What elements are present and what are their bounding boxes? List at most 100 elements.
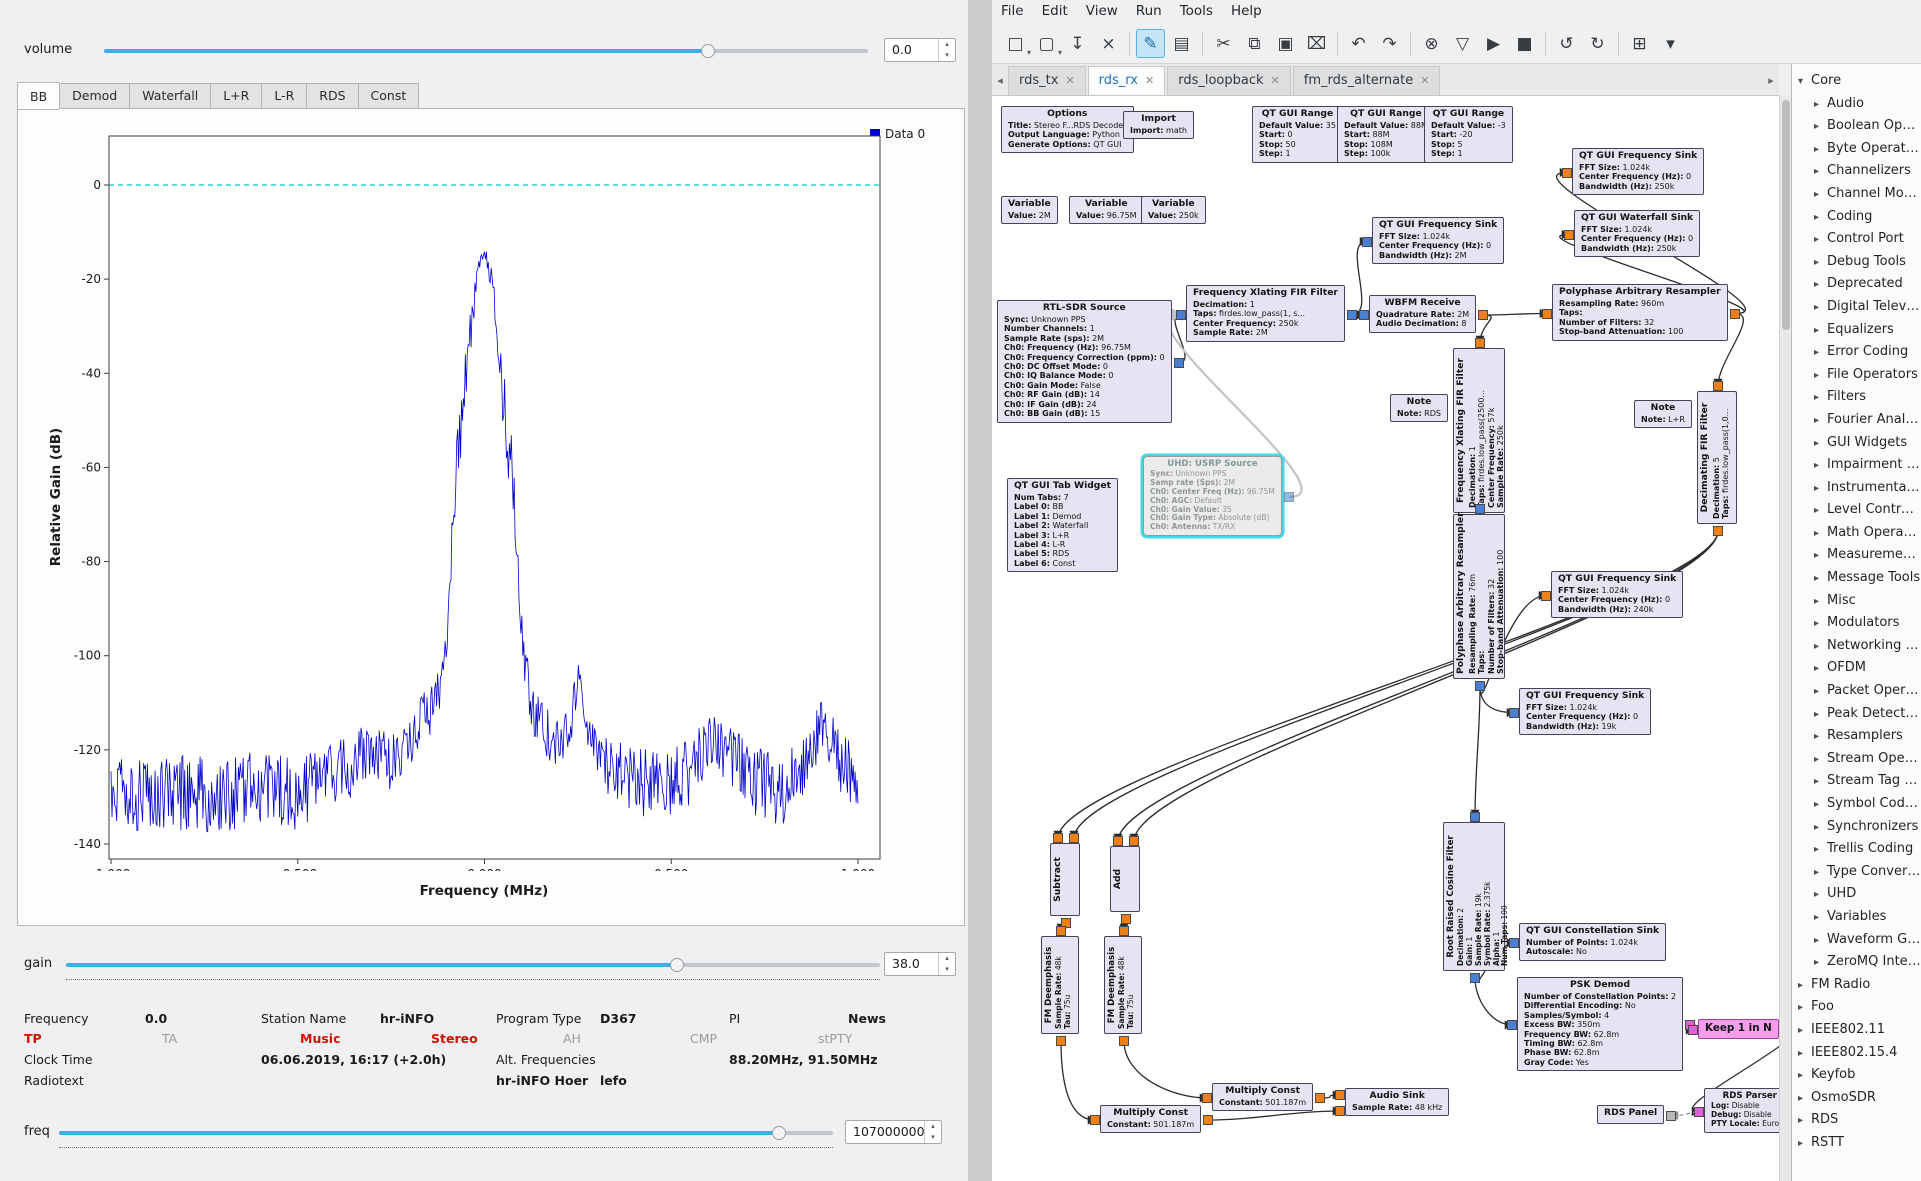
flowgraph-tab-fm_rds_alternate[interactable]: fm_rds_alternate✕ [1293,66,1441,95]
reload-alt-button[interactable]: ↻ [1583,29,1612,58]
tree-item-peak-detectors[interactable]: ▸Peak Detectors [1798,703,1921,726]
chevron-right-icon[interactable]: ▸ [1814,952,1827,974]
output-port[interactable] [1174,358,1184,368]
chevron-right-icon[interactable]: ▸ [1814,433,1827,455]
canvas-scrollbar-thumb[interactable] [1782,100,1790,330]
chevron-right-icon[interactable]: ▸ [1814,387,1827,409]
spin-down-icon[interactable]: ▾ [939,964,955,975]
tree-item-message-tools[interactable]: ▸Message Tools [1798,567,1921,590]
chevron-right-icon[interactable]: ▸ [1814,184,1827,206]
output-port[interactable] [1284,492,1294,502]
input-port[interactable] [1542,309,1552,319]
tree-item-instrumentation[interactable]: ▸Instrumentation [1798,477,1921,500]
input-port[interactable] [1694,1107,1704,1117]
tree-item-modulators[interactable]: ▸Modulators [1798,612,1921,635]
paste-button[interactable]: ▣ [1271,29,1300,58]
block-audio[interactable]: Audio SinkSample Rate: 48 kHz [1345,1088,1449,1116]
chevron-right-icon[interactable]: ▸ [1814,523,1827,545]
chevron-right-icon[interactable]: ▸ [1814,94,1827,116]
input-port[interactable] [1053,833,1063,843]
tree-item-channelizers[interactable]: ▸Channelizers [1798,160,1921,183]
tree-item-type-converters[interactable]: ▸Type Converters [1798,861,1921,884]
block-fmd1[interactable]: FM DeemphasisSample Rate: 48kTau: 75u [1041,936,1079,1034]
tree-item-waveform-generators[interactable]: ▸Waveform Generators [1798,929,1921,952]
tree-category-osmosdr[interactable]: ▸OsmoSDR [1798,1087,1921,1110]
block-var3[interactable]: VariableValue: 250k [1141,196,1206,224]
volume-value[interactable]: 0.0 [892,42,912,57]
tree-item-gui-widgets[interactable]: ▸GUI Widgets [1798,432,1921,455]
input-port[interactable] [1564,230,1574,240]
block-tabw[interactable]: QT GUI Tab WidgetNum Tabs: 7Label 0: BBL… [1007,478,1118,572]
tree-item-level-controllers[interactable]: ▸Level Controllers [1798,499,1921,522]
dropdown-caret-icon[interactable]: ▾ [1027,48,1031,57]
tree-category-foo[interactable]: ▸Foo [1798,996,1921,1019]
output-port[interactable] [1203,1115,1213,1125]
chevron-right-icon[interactable]: ▸ [1814,161,1827,183]
tree-item-measurement-tools[interactable]: ▸Measurement Tools [1798,544,1921,567]
more-button[interactable]: ▾ [1656,29,1685,58]
tree-item-fourier-analysis[interactable]: ▸Fourier Analysis [1798,409,1921,432]
tree-category-rds[interactable]: ▸RDS [1798,1109,1921,1132]
block-note_lr[interactable]: NoteNote: L+R [1634,400,1692,428]
display-tab-const[interactable]: Const [358,83,420,109]
gain-spin-arrows[interactable]: ▴▾ [938,953,955,975]
freq-slider-handle[interactable] [772,1126,786,1140]
input-port[interactable] [1713,381,1723,391]
spectrum-plot-panel[interactable]: Relative Gain (dB) Frequency (MHz) Data … [17,108,965,926]
tree-category-ieee802-11[interactable]: ▸IEEE802.11 [1798,1019,1921,1042]
input-port[interactable] [1475,338,1485,348]
chevron-right-icon[interactable]: ▸ [1814,839,1827,861]
block-rtlsdr[interactable]: RTL-SDR SourceSync: Unknown PPSNumber Ch… [997,300,1172,423]
tree-item-stream-operators[interactable]: ▸Stream Operators [1798,748,1921,771]
menu-view[interactable]: View [1077,0,1127,22]
input-port[interactable] [1202,1093,1212,1103]
chevron-right-icon[interactable]: ▸ [1814,229,1827,251]
chevron-right-icon[interactable]: ▸ [1798,1133,1811,1155]
input-port[interactable] [1562,168,1572,178]
chevron-right-icon[interactable]: ▸ [1798,1110,1811,1132]
chevron-right-icon[interactable]: ▸ [1814,274,1827,296]
canvas-scrollbar[interactable] [1779,96,1791,1181]
chevron-right-icon[interactable]: ▸ [1798,1088,1811,1110]
chevron-right-icon[interactable]: ▸ [1814,545,1827,567]
chevron-right-icon[interactable]: ▸ [1798,975,1811,997]
block-wbfm[interactable]: WBFM ReceiveQuadrature Rate: 2MAudio Dec… [1369,295,1476,333]
reload-button[interactable]: ↺ [1552,29,1581,58]
flowgraph-tab-rds_rx[interactable]: rds_rx✕ [1088,66,1166,95]
tree-item-byte-operators[interactable]: ▸Byte Operators [1798,138,1921,161]
input-port[interactable] [1176,310,1186,320]
output-port[interactable] [1470,973,1480,983]
block-polyv[interactable]: Polyphase Arbitrary ResamplerResampling … [1453,514,1505,679]
block-sub[interactable]: Subtract [1050,843,1080,916]
tree-item-trellis-coding[interactable]: ▸Trellis Coding [1798,838,1921,861]
input-port[interactable] [1507,1020,1517,1030]
input-port[interactable] [1509,938,1519,948]
menu-file[interactable]: File [992,0,1033,22]
block-options[interactable]: OptionsTitle: Stereo F...RDS DecoderOutp… [1001,106,1134,153]
menu-help[interactable]: Help [1222,0,1271,22]
tree-item-stream-tag-tools[interactable]: ▸Stream Tag Tools [1798,770,1921,793]
menu-run[interactable]: Run [1127,0,1171,22]
input-port[interactable] [1359,310,1369,320]
tree-item-audio[interactable]: ▸Audio [1798,93,1921,116]
block-note_rds[interactable]: NoteNote: RDS [1390,394,1448,422]
chevron-right-icon[interactable]: ▸ [1814,884,1827,906]
chevron-right-icon[interactable]: ▸ [1798,997,1811,1019]
block-polyh[interactable]: Polyphase Arbitrary ResamplerResampling … [1552,284,1728,341]
display-tab-rds[interactable]: RDS [306,83,357,109]
tree-item-filters[interactable]: ▸Filters [1798,386,1921,409]
output-port[interactable] [1056,1036,1066,1046]
chevron-right-icon[interactable]: ▸ [1814,320,1827,342]
input-port[interactable] [1090,1115,1100,1125]
block-decim[interactable]: Decimating FIR FilterDecimation: 5Taps: … [1697,391,1737,524]
tree-item-channel-models[interactable]: ▸Channel Models [1798,183,1921,206]
tree-item-digital-television[interactable]: ▸Digital Television [1798,296,1921,319]
input-port[interactable] [1509,708,1519,718]
tree-item-control-port[interactable]: ▸Control Port [1798,228,1921,251]
output-port[interactable] [1713,526,1723,536]
input-port[interactable] [1666,1111,1676,1121]
tree-item-misc[interactable]: ▸Misc [1798,590,1921,613]
tree-category-fm-radio[interactable]: ▸FM Radio [1798,974,1921,997]
close-button[interactable]: × [1094,29,1123,58]
print-button[interactable]: ▤ [1167,29,1196,58]
